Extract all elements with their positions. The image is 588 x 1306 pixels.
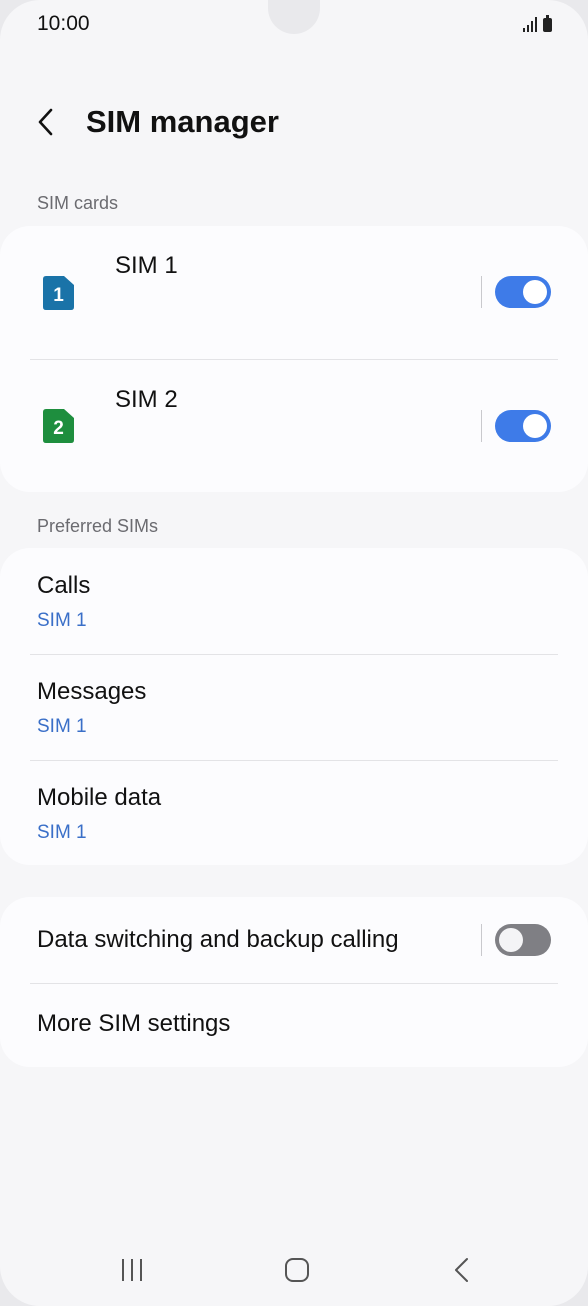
sim-badge-number-2: 2 — [53, 418, 64, 439]
sim-1-toggle[interactable] — [495, 276, 551, 308]
preferred-messages-value: SIM 1 — [37, 716, 87, 737]
sim-card-icon-2: 2 — [43, 409, 74, 443]
toggle-divider-1 — [481, 276, 482, 308]
status-icons — [523, 15, 552, 32]
sim-row-2[interactable]: 2 SIM 2 — [0, 360, 588, 494]
sim-manager-screen: 10:00 SIM manager SIM cards 1 SIM 1 2 SI… — [0, 0, 588, 1306]
sim-badge-number-1: 1 — [53, 285, 64, 306]
back-icon[interactable] — [442, 1252, 482, 1288]
other-settings-card: Data switching and backup calling More S… — [0, 897, 588, 1067]
data-switching-toggle[interactable] — [495, 924, 551, 956]
status-time: 10:00 — [37, 12, 90, 35]
preferred-mobile-data-title: Mobile data — [37, 784, 162, 811]
toggle-divider-3 — [481, 924, 482, 956]
sim-cards-card: 1 SIM 1 2 SIM 2 — [0, 226, 588, 492]
camera-notch — [268, 0, 320, 34]
sim-name-2: SIM 2 — [115, 386, 178, 413]
app-bar: SIM manager — [0, 90, 588, 154]
toggle-knob — [523, 414, 547, 438]
preferred-mobile-data-item[interactable]: Mobile data SIM 1 — [0, 760, 588, 866]
sim-row-1[interactable]: 1 SIM 1 — [0, 226, 588, 360]
battery-icon — [543, 15, 552, 32]
preferred-calls-value: SIM 1 — [37, 610, 87, 631]
data-switching-item[interactable]: Data switching and backup calling — [0, 897, 588, 983]
more-sim-settings-label: More SIM settings — [37, 1010, 231, 1037]
sim-2-toggle[interactable] — [495, 410, 551, 442]
preferred-sims-card: Calls SIM 1 Messages SIM 1 Mobile data S… — [0, 548, 588, 865]
navigation-bar — [0, 1240, 588, 1300]
sim-card-icon-1: 1 — [43, 276, 74, 310]
sim-name-1: SIM 1 — [115, 252, 178, 279]
toggle-knob — [523, 280, 547, 304]
preferred-calls-title: Calls — [37, 572, 91, 599]
section-label-sim-cards: SIM cards — [37, 193, 119, 213]
recents-icon[interactable] — [112, 1252, 152, 1288]
preferred-messages-item[interactable]: Messages SIM 1 — [0, 654, 588, 760]
toggle-divider-2 — [481, 410, 482, 442]
chevron-left-icon[interactable] — [31, 106, 63, 138]
more-sim-settings-item[interactable]: More SIM settings — [0, 983, 588, 1069]
page-title: SIM manager — [86, 104, 279, 139]
preferred-messages-title: Messages — [37, 678, 147, 705]
preferred-mobile-data-value: SIM 1 — [37, 822, 87, 843]
signal-bars-icon — [523, 16, 537, 32]
preferred-calls-item[interactable]: Calls SIM 1 — [0, 548, 588, 654]
toggle-knob — [499, 928, 523, 952]
data-switching-label: Data switching and backup calling — [37, 926, 399, 953]
section-label-preferred-sims: Preferred SIMs — [37, 516, 159, 536]
home-icon[interactable] — [277, 1252, 317, 1288]
